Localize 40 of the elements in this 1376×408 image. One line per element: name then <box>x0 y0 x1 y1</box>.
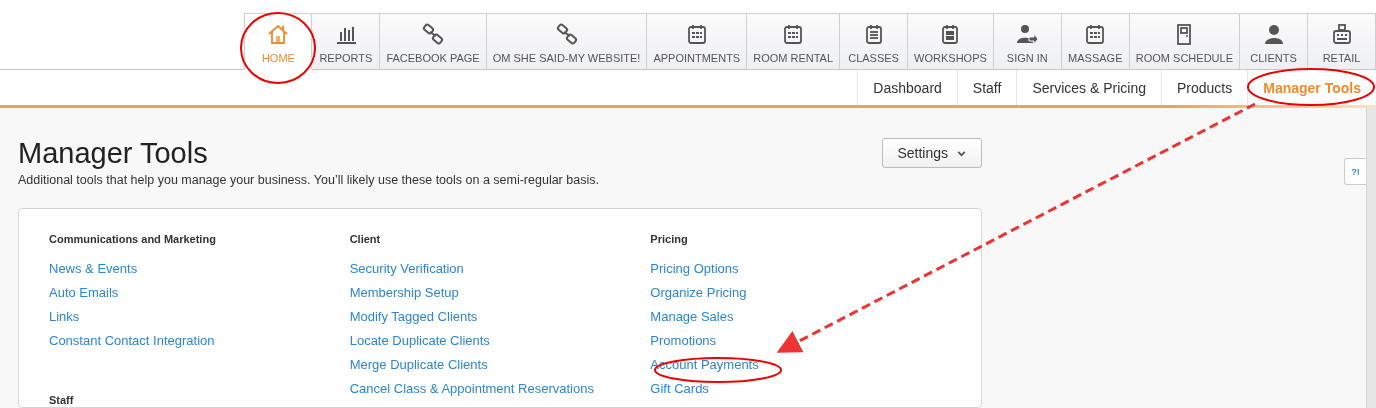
help-button[interactable]: ?! <box>1344 158 1366 185</box>
nav-tab[interactable]: MASSAGE <box>1061 13 1130 69</box>
nav-tab[interactable]: WORKSHOPS <box>908 13 994 69</box>
tool-link[interactable]: Membership Setup <box>349 281 459 305</box>
user-arrow-icon <box>1015 22 1040 46</box>
nav-tab[interactable]: RETAIL <box>1308 13 1376 69</box>
nav-tab[interactable]: CLASSES <box>840 13 909 69</box>
tool-link[interactable]: Links <box>49 305 80 329</box>
tool-link[interactable]: Pricing Options <box>650 257 739 281</box>
nav-tab[interactable]: REPORTS <box>312 13 381 69</box>
nav-tab[interactable]: ROOM SCHEDULE <box>1129 13 1240 69</box>
link-icon <box>421 22 446 46</box>
tool-link[interactable]: Constant Contact Integration <box>49 329 215 353</box>
tool-link[interactable]: Auto Emails <box>49 281 119 305</box>
section-heading: Client <box>349 233 381 245</box>
section-heading: Pricing <box>650 233 688 245</box>
settings-button[interactable]: Settings <box>882 138 982 168</box>
tool-link[interactable]: Promotions <box>650 329 717 353</box>
tool-link[interactable]: Organize Pricing <box>650 281 747 305</box>
nav-tab[interactable]: SIGN IN <box>993 13 1062 69</box>
nav-tab[interactable]: APPOINTMENTS <box>647 13 748 69</box>
tool-link[interactable]: Cancel Class & Appointment Reservations <box>349 377 594 401</box>
nav-tab[interactable]: FACEBOOK PAGE <box>380 13 487 69</box>
nav-tab[interactable]: HOME <box>244 13 313 70</box>
nav-tab[interactable]: CLIENTS <box>1240 13 1308 69</box>
nav-tab[interactable]: ROOM RENTAL <box>747 13 841 69</box>
tool-link[interactable]: Manage Sales <box>650 305 734 329</box>
tool-link[interactable]: Security Verification <box>349 257 464 281</box>
tool-link[interactable]: News & Events <box>49 257 138 281</box>
nav-tab[interactable]: OM SHE SAID-MY WEBSITE! <box>486 13 648 69</box>
link-icon <box>554 22 579 46</box>
section-heading: Communications and Marketing <box>49 233 216 245</box>
tool-link[interactable]: Gift Cards <box>650 377 709 401</box>
tool-link[interactable]: Locate Duplicate Clients <box>349 329 490 353</box>
tool-link[interactable]: Modify Tagged Clients <box>349 305 478 329</box>
scrollbar[interactable] <box>1366 108 1376 408</box>
page-title: Manager Tools <box>18 137 209 170</box>
tool-link[interactable]: Merge Duplicate Clients <box>349 353 488 377</box>
section-heading: Staff <box>49 394 74 406</box>
page-subtitle: Additional tools that help you manage your business. You’ll likely use these tools on a semi-regular basis. <box>18 173 599 187</box>
